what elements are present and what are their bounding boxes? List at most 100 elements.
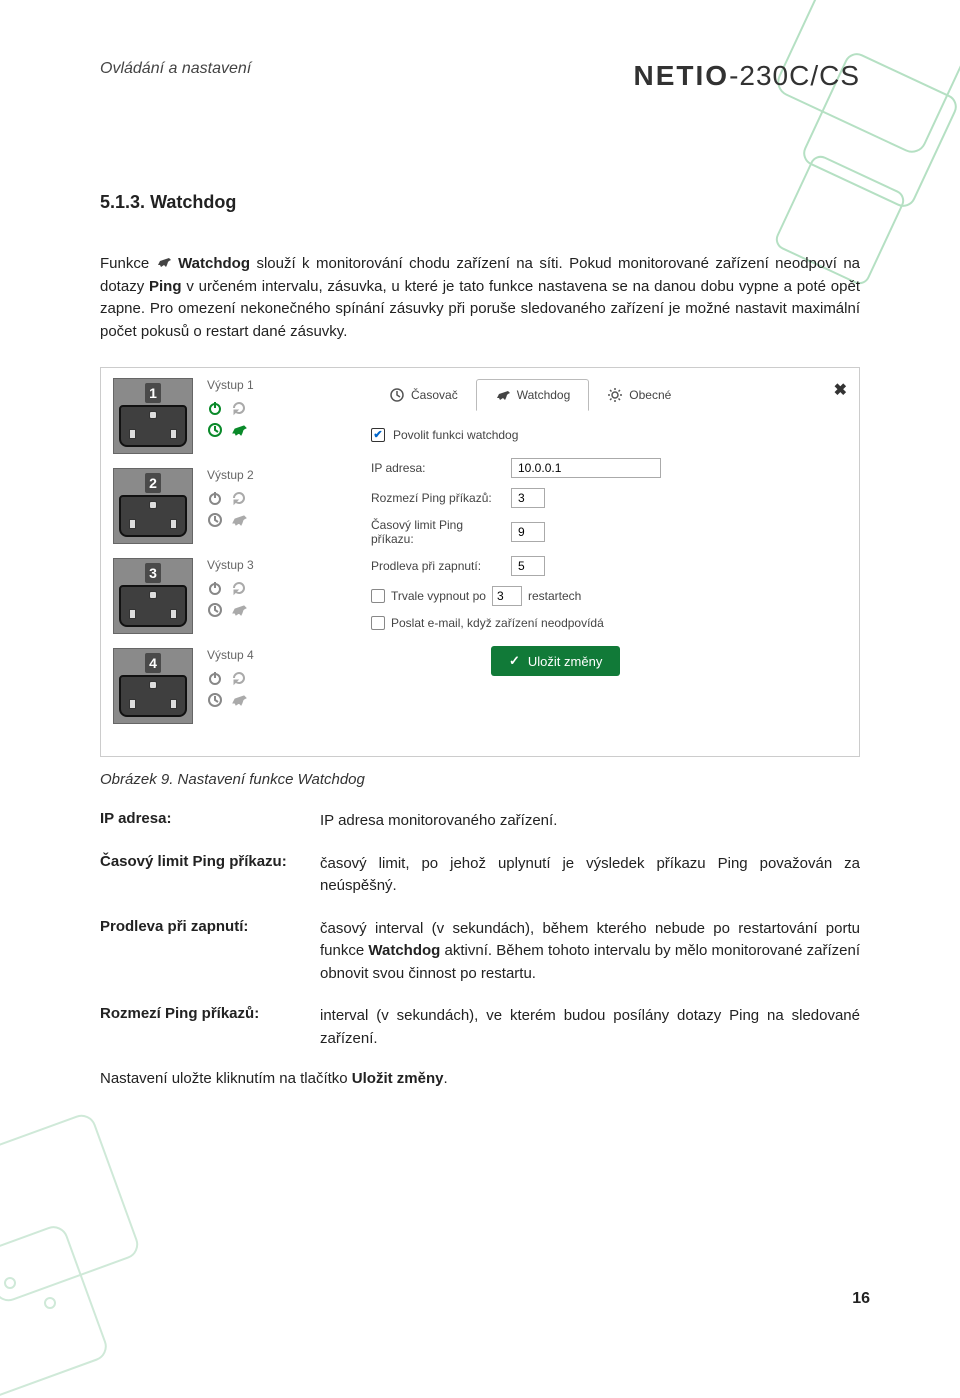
perm-off-label-post: restartech (528, 589, 581, 603)
perm-off-label-pre: Trvale vypnout po (391, 589, 486, 603)
intro-bold-watchdog: Watchdog (178, 255, 250, 272)
outlet-row[interactable]: 2 Výstup 2 (113, 468, 353, 544)
socket-image: 3 (113, 558, 193, 634)
def-text: časový limit, po jehož uplynutí je výsle… (320, 855, 860, 895)
ping-timeout-label: Časový limit Ping příkazu: (371, 518, 501, 546)
intro-bold-ping: Ping (149, 278, 182, 295)
check-icon: ✓ (509, 653, 520, 669)
def-text: interval (v sekundách), ve kterém budou … (320, 1007, 860, 1047)
socket-image: 4 (113, 648, 193, 724)
section-heading: 5.1.3. Watchdog (100, 192, 860, 213)
clock-icon (389, 387, 405, 403)
clock-icon[interactable] (207, 422, 223, 438)
logo-sub: -230C/CS (729, 60, 860, 91)
power-icon[interactable] (207, 670, 223, 686)
tab-bar: Časovač Watchdog Obecné (371, 378, 847, 410)
outlet-label: Výstup 3 (207, 558, 254, 572)
outro-bold: Uložit změny (352, 1070, 444, 1087)
outlet-label: Výstup 2 (207, 468, 254, 482)
tab-label: Časovač (411, 388, 458, 402)
tab-watchdog[interactable]: Watchdog (476, 379, 590, 411)
intro-text: v určeném intervalu, zásuvka, u které je… (100, 278, 860, 340)
def-text: IP adresa monitorovaného zařízení. (320, 812, 557, 829)
send-email-label: Poslat e-mail, když zařízení neodpovídá (391, 616, 604, 630)
send-email-checkbox[interactable] (371, 616, 385, 630)
def-term: Rozmezí Ping příkazů: (100, 1005, 310, 1050)
ping-timeout-input[interactable] (511, 522, 545, 542)
tab-timer[interactable]: Časovač (371, 380, 476, 410)
save-button[interactable]: ✓ Uložit změny (491, 646, 620, 676)
section-number: 5.1.3. (100, 192, 145, 212)
power-icon[interactable] (207, 490, 223, 506)
definition-row: Rozmezí Ping příkazů: interval (v sekund… (100, 1005, 860, 1050)
definition-list: IP adresa: IP adresa monitorovaného zaří… (100, 810, 860, 1050)
close-icon[interactable]: ✖ (834, 380, 847, 400)
def-bold: Watchdog (368, 942, 440, 959)
socket-image: 1 (113, 378, 193, 454)
checkbox-label: Povolit funkci watchdog (393, 428, 518, 442)
dog-icon (495, 387, 511, 403)
config-pane: ✖ Časovač Watchdog Obecné (371, 378, 847, 738)
outro-paragraph: Nastavení uložte kliknutím na tlačítko U… (100, 1070, 860, 1087)
startup-delay-label: Prodleva při zapnutí: (371, 559, 501, 573)
def-term: Prodleva při zapnutí: (100, 918, 310, 986)
gear-icon (607, 387, 623, 403)
def-term: Časový limit Ping příkazu: (100, 853, 310, 898)
def-desc: interval (v sekundách), ve kterém budou … (320, 1005, 860, 1050)
checkbox-icon (371, 428, 385, 442)
definition-row: Časový limit Ping příkazu: časový limit,… (100, 853, 860, 898)
ip-label: IP adresa: (371, 461, 501, 475)
tab-label: Obecné (629, 388, 671, 402)
figure-caption: Obrázek 9. Nastavení funkce Watchdog (100, 771, 860, 788)
clock-icon[interactable] (207, 512, 223, 528)
power-icon[interactable] (207, 400, 223, 416)
ip-input[interactable] (511, 458, 661, 478)
socket-number: 1 (145, 383, 161, 403)
power-icon[interactable] (207, 580, 223, 596)
ping-range-input[interactable] (511, 488, 545, 508)
def-desc: časový limit, po jehož uplynutí je výsle… (320, 853, 860, 898)
dog-icon[interactable] (231, 692, 247, 708)
perm-off-count-input[interactable] (492, 586, 522, 606)
refresh-icon[interactable] (231, 580, 247, 596)
refresh-icon[interactable] (231, 670, 247, 686)
outlet-label: Výstup 4 (207, 648, 254, 662)
ping-range-label: Rozmezí Ping příkazů: (371, 491, 501, 505)
definition-row: Prodleva při zapnutí: časový interval (v… (100, 918, 860, 986)
definition-row: IP adresa: IP adresa monitorovaného zaří… (100, 810, 860, 833)
tab-general[interactable]: Obecné (589, 380, 689, 410)
socket-number: 2 (145, 473, 161, 493)
outlet-sidebar: 1 Výstup 1 (113, 378, 353, 738)
dog-icon[interactable] (231, 512, 247, 528)
section-title: Watchdog (150, 192, 236, 212)
refresh-icon[interactable] (231, 490, 247, 506)
product-logo: NETIO-230C/CS (634, 60, 861, 92)
perm-off-checkbox[interactable] (371, 589, 385, 603)
def-desc: časový interval (v sekundách), během kte… (320, 918, 860, 986)
outlet-row[interactable]: 1 Výstup 1 (113, 378, 353, 454)
outlet-row[interactable]: 4 Výstup 4 (113, 648, 353, 724)
outlet-row[interactable]: 3 Výstup 3 (113, 558, 353, 634)
dog-icon[interactable] (231, 422, 247, 438)
logo-main: NETIO (634, 60, 730, 91)
outro-text: . (443, 1070, 447, 1087)
def-desc: IP adresa monitorovaného zařízení. (320, 810, 860, 833)
dog-icon[interactable] (231, 602, 247, 618)
clock-icon[interactable] (207, 692, 223, 708)
page-number: 16 (852, 1290, 870, 1308)
save-button-label: Uložit změny (528, 654, 602, 669)
enable-watchdog-checkbox[interactable]: Povolit funkci watchdog (371, 428, 847, 442)
breadcrumb: Ovládání a nastavení (100, 60, 251, 78)
intro-paragraph: Funkce Watchdog slouží k monitorování ch… (100, 253, 860, 343)
dog-icon (156, 254, 172, 270)
outlet-label: Výstup 1 (207, 378, 254, 392)
socket-number: 4 (145, 653, 161, 673)
intro-text: Funkce (100, 255, 156, 272)
refresh-icon[interactable] (231, 400, 247, 416)
startup-delay-input[interactable] (511, 556, 545, 576)
screenshot-panel: 1 Výstup 1 (100, 367, 860, 757)
outro-text: Nastavení uložte kliknutím na tlačítko (100, 1070, 352, 1087)
socket-number: 3 (145, 563, 161, 583)
socket-image: 2 (113, 468, 193, 544)
clock-icon[interactable] (207, 602, 223, 618)
